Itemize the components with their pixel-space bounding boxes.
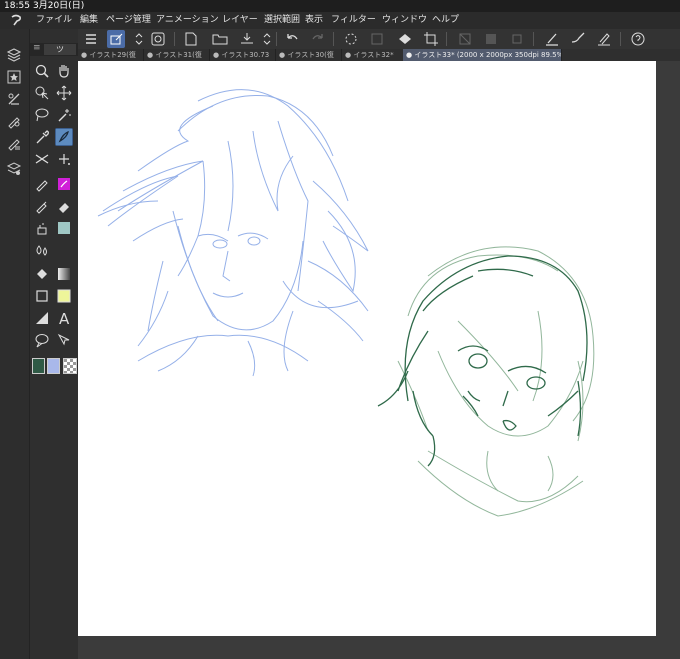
drawing-canvas[interactable] — [78, 61, 656, 636]
status-time: 18:55 — [4, 1, 30, 11]
menu-file[interactable]: ファイル — [36, 12, 72, 29]
quick-access-icon[interactable] — [149, 30, 167, 48]
menu-layer[interactable]: レイヤー — [222, 12, 258, 29]
lasso-icon[interactable] — [33, 106, 51, 124]
figure-rect-icon[interactable] — [33, 287, 51, 305]
crop-icon[interactable] — [422, 30, 440, 48]
menu-filter[interactable]: フィルター — [331, 12, 376, 29]
tool-panel-header: ≡ ツ — [30, 43, 78, 56]
balloon-icon[interactable] — [33, 331, 51, 349]
move-icon[interactable] — [55, 84, 73, 102]
brush-magenta-icon[interactable] — [55, 175, 73, 193]
tool-panel-tab[interactable]: ツ — [44, 44, 76, 55]
tool-panel: ≡ ツ A — [30, 29, 78, 659]
pencil-icon[interactable] — [33, 175, 51, 193]
undo-icon[interactable] — [283, 30, 301, 48]
material-star-icon[interactable] — [6, 69, 22, 85]
hand-icon[interactable] — [55, 62, 73, 80]
stack-icon[interactable] — [6, 161, 22, 177]
blur-droplet-icon[interactable] — [33, 241, 51, 259]
open-folder-icon[interactable] — [211, 30, 229, 48]
texture-brush-icon[interactable] — [55, 219, 73, 237]
tab-doc-29[interactable]: ● イラスト29(復 — [78, 49, 144, 61]
save-icon[interactable] — [238, 30, 256, 48]
magic-wand-icon[interactable] — [55, 106, 73, 124]
zoom-icon[interactable] — [33, 62, 51, 80]
pen-tool-icon[interactable] — [55, 128, 73, 146]
new-file-icon[interactable] — [182, 30, 200, 48]
layers-icon[interactable] — [6, 47, 22, 63]
help-icon[interactable] — [629, 30, 647, 48]
ruler-icon[interactable] — [33, 309, 51, 327]
main-color-swatch[interactable] — [32, 358, 45, 374]
layer-property-icon[interactable] — [6, 91, 22, 107]
blend-icon[interactable] — [33, 150, 51, 168]
airbrush-icon[interactable] — [33, 219, 51, 237]
sketch-artwork — [97, 89, 595, 517]
blue-head-sketch — [97, 89, 369, 377]
modifier-key-icon[interactable] — [107, 30, 125, 48]
document-tabs: ● イラスト29(復 ● イラスト31(復 ● イラスト30.73 ● イラスト… — [78, 49, 680, 61]
object-select-icon[interactable] — [33, 84, 51, 102]
brush-settings-icon[interactable] — [569, 30, 587, 48]
eyedropper-icon[interactable] — [33, 128, 51, 146]
stepper-icon[interactable] — [130, 30, 143, 48]
decoration-icon[interactable] — [55, 150, 73, 168]
svg-text:A: A — [59, 310, 70, 327]
sub-tool-detail-icon[interactable] — [6, 113, 22, 129]
save-stepper-icon[interactable] — [258, 30, 271, 48]
eraser-icon[interactable] — [55, 197, 73, 215]
invert-select-icon[interactable] — [482, 30, 500, 48]
deselect-icon[interactable] — [456, 30, 474, 48]
menu-page[interactable]: ページ管理 — [106, 12, 151, 29]
menu-window[interactable]: ウィンドウ — [382, 12, 427, 29]
stroke-icon[interactable] — [595, 30, 613, 48]
menu-view[interactable]: 表示 — [305, 12, 323, 29]
fill-bucket-icon[interactable] — [33, 265, 51, 283]
green-head-sketch — [377, 246, 595, 517]
command-bar — [78, 29, 680, 49]
tool-property-icon[interactable] — [6, 135, 22, 151]
redo-icon[interactable] — [309, 30, 327, 48]
tab-doc-30[interactable]: ● イラスト30(復 — [276, 49, 342, 61]
tool-panel-tab-label: ツ — [56, 45, 64, 54]
menu-selection[interactable]: 選択範囲 — [264, 12, 300, 29]
tab-doc-30-73[interactable]: ● イラスト30.73 — [210, 49, 276, 61]
clear-icon[interactable] — [368, 30, 386, 48]
tab-doc-32[interactable]: ● イラスト32* — [342, 49, 404, 61]
pen-pressure-icon[interactable] — [543, 30, 561, 48]
status-date: 3月20日(日) — [33, 1, 85, 11]
expand-select-icon[interactable] — [508, 30, 526, 48]
menu-edit[interactable]: 編集 — [80, 12, 98, 29]
menu-animation[interactable]: アニメーション — [156, 12, 219, 29]
transparent-color-swatch[interactable] — [63, 358, 77, 374]
panel-menu-icon[interactable]: ≡ — [33, 43, 41, 53]
fill-pen-icon[interactable] — [33, 197, 51, 215]
menu-list-icon[interactable] — [82, 30, 100, 48]
loading-icon[interactable] — [342, 30, 360, 48]
frame-border-icon[interactable] — [55, 287, 73, 305]
canvas-area — [78, 61, 680, 659]
status-bar: 18:55 3月20日(日) — [0, 0, 680, 12]
text-icon[interactable]: A — [55, 309, 73, 327]
gradient-icon[interactable] — [55, 265, 73, 283]
menu-bar: ファイル 編集 ページ管理 アニメーション レイヤー 選択範囲 表示 フィルター… — [0, 12, 680, 29]
left-rail — [0, 29, 30, 659]
sub-color-swatch[interactable] — [47, 358, 60, 374]
tab-doc-33[interactable]: ● イラスト33* (2000 x 2000px 350dpi 89.5%) — [403, 49, 562, 61]
fill-layer-icon[interactable] — [396, 30, 414, 48]
app-logo-icon[interactable] — [9, 14, 23, 27]
correct-line-icon[interactable] — [55, 331, 73, 349]
tab-doc-31[interactable]: ● イラスト31(復 — [144, 49, 210, 61]
menu-help[interactable]: ヘルプ — [432, 12, 459, 29]
